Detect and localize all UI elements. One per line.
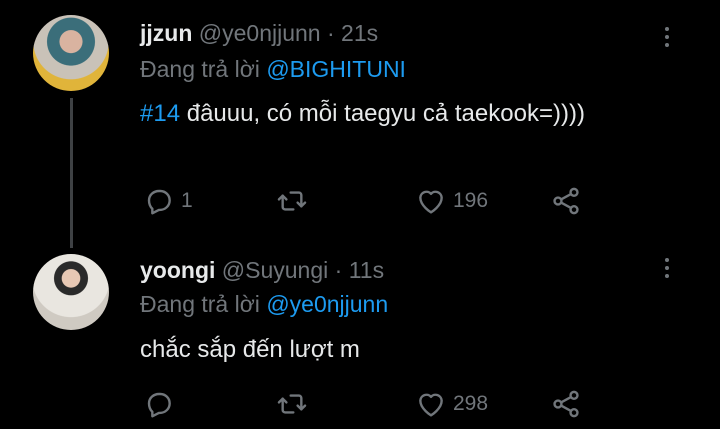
tweet[interactable]: yoongi @Suyungi · 11s Đang trả lời @ye0n… [0, 240, 720, 429]
display-name[interactable]: jjzun [140, 20, 192, 46]
timestamp[interactable]: · 11s [335, 257, 384, 283]
retweet-icon [277, 394, 307, 414]
mention-link[interactable]: @ye0njjunn [266, 291, 388, 317]
tweet-actions: 298 [140, 386, 610, 422]
display-name[interactable]: yoongi [140, 257, 215, 283]
like-count: 298 [453, 392, 489, 415]
like-button[interactable]: 196 [415, 183, 488, 219]
tweet-actions: 1 196 [140, 183, 610, 219]
user-handle[interactable]: @Suyungi [222, 257, 328, 283]
tweet-text-content: đâuuu, có mỗi taegyu cả taekook=)))) [180, 100, 585, 127]
retweet-button[interactable] [276, 386, 314, 422]
share-icon [553, 187, 579, 215]
like-icon [419, 393, 443, 417]
hashtag-link[interactable]: #14 [140, 100, 180, 127]
replying-to: Đang trả lời @ye0njjunn [140, 291, 388, 318]
user-handle[interactable]: @ye0njjunn [199, 20, 321, 46]
like-button[interactable]: 298 [415, 386, 488, 422]
timestamp[interactable]: · 21s [327, 20, 378, 46]
share-icon [553, 390, 579, 418]
reply-icon [147, 392, 171, 418]
more-icon[interactable] [664, 27, 670, 47]
more-icon[interactable] [664, 258, 670, 278]
tweet-text: chắc sắp đến lượt m [140, 336, 360, 363]
reply-icon [147, 189, 171, 215]
retweet-button[interactable] [276, 183, 314, 219]
replying-to-label: Đang trả lời [140, 291, 260, 317]
reply-button[interactable] [143, 386, 181, 422]
tweet-text: #14 đâuuu, có mỗi taegyu cả taekook=)))) [140, 100, 585, 128]
share-button[interactable] [550, 183, 582, 219]
thread-connector [70, 98, 73, 248]
like-icon [419, 190, 443, 214]
mention-link[interactable]: @BIGHITUNI [266, 56, 406, 82]
like-count: 196 [453, 189, 489, 212]
tweet-header: jjzun @ye0njjunn · 21s [140, 20, 378, 47]
replying-to: Đang trả lời @BIGHITUNI [140, 56, 406, 83]
tweet-header: yoongi @Suyungi · 11s [140, 257, 384, 284]
avatar[interactable] [33, 15, 109, 91]
reply-count: 1 [181, 189, 193, 212]
tweet[interactable]: jjzun @ye0njjunn · 21s Đang trả lời @BIG… [0, 0, 720, 240]
replying-to-label: Đang trả lời [140, 56, 260, 82]
share-button[interactable] [550, 386, 582, 422]
reply-button[interactable]: 1 [143, 183, 193, 219]
avatar[interactable] [33, 254, 109, 330]
retweet-icon [277, 191, 307, 211]
